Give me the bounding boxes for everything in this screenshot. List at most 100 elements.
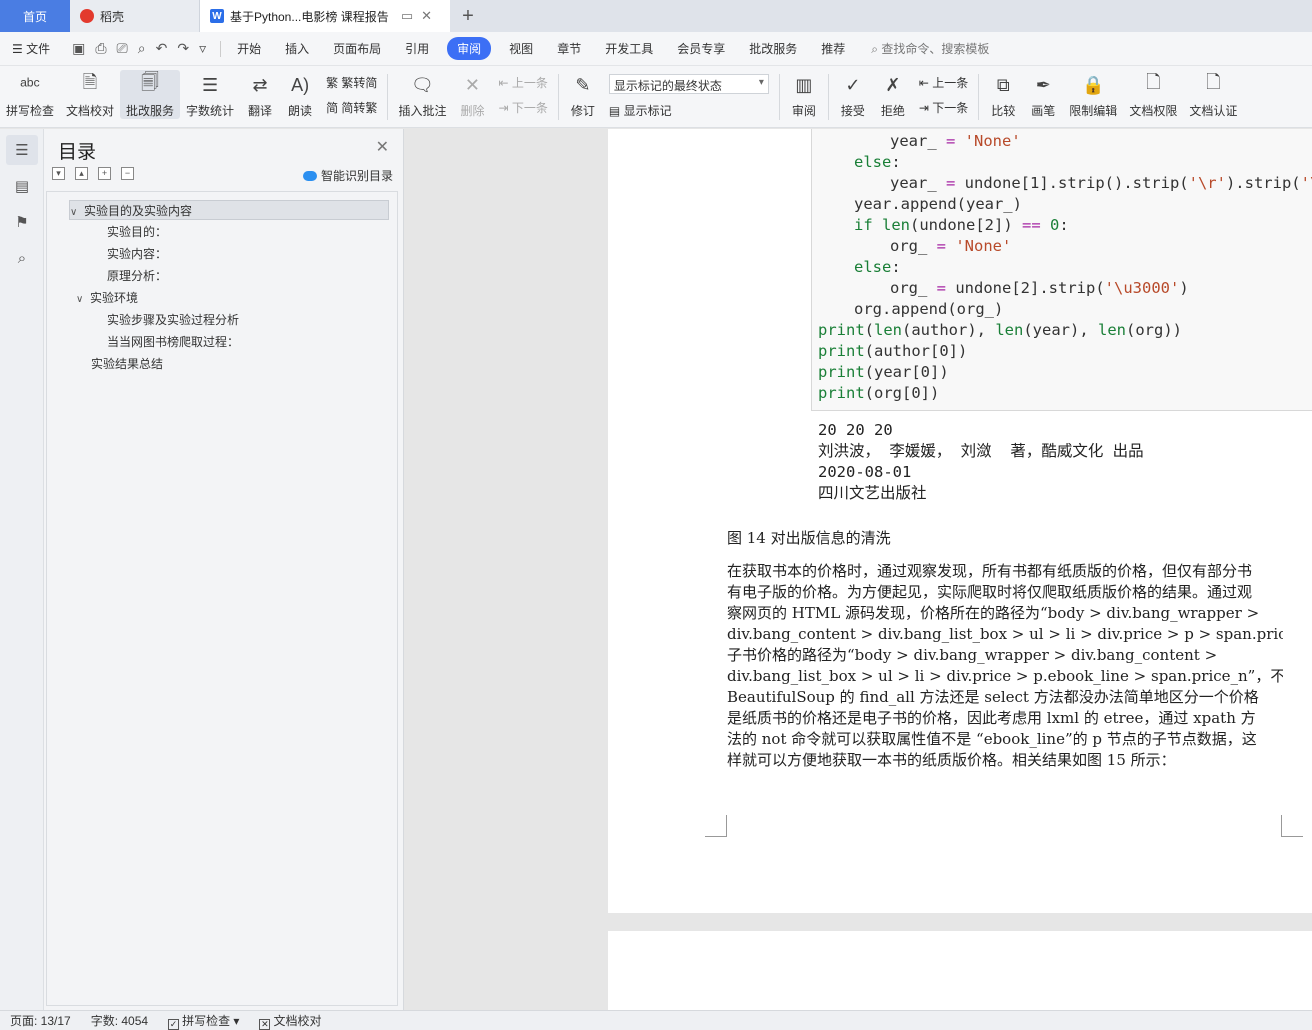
pen-button[interactable]: ✒ 画笔: [1023, 70, 1063, 119]
toc-item[interactable]: 实验内容：: [107, 244, 167, 264]
menu-section[interactable]: 章节: [545, 40, 593, 57]
menu-correction[interactable]: 批改服务: [737, 40, 809, 57]
show-markup-icon: ▤: [608, 104, 621, 118]
trad-to-simp-button[interactable]: 繁 繁转简: [326, 74, 377, 91]
customize-icon[interactable]: ▿: [199, 40, 206, 57]
save-icon[interactable]: ▣: [72, 40, 85, 57]
proofread-status-icon: ✕: [259, 1018, 271, 1030]
tab-daoke[interactable]: 稻壳: [70, 0, 200, 32]
tab-home[interactable]: 首页: [0, 0, 70, 32]
undo-icon[interactable]: ↶: [156, 40, 168, 57]
export-pdf-icon[interactable]: ⎙: [95, 40, 106, 57]
print-preview-icon[interactable]: ⌕: [138, 40, 146, 57]
menu-start[interactable]: 开始: [225, 40, 273, 57]
toc-panel-icon[interactable]: ☰: [6, 135, 38, 165]
remove-level-icon[interactable]: −: [121, 167, 134, 180]
prev-comment-label: 上一条: [511, 76, 548, 90]
command-search[interactable]: ⌕ 查找命令、搜索模板: [857, 40, 989, 57]
command-search-placeholder: 查找命令、搜索模板: [881, 42, 990, 56]
bookmark-icon[interactable]: ⚑: [6, 207, 38, 237]
delete-comment-button[interactable]: ✕ 删除: [452, 70, 492, 119]
smart-toc-icon: [302, 170, 317, 181]
document-area: year_ = 'None' else: year_ = undone[1].s…: [404, 129, 1312, 1010]
chevron-down-icon[interactable]: ∨: [70, 203, 84, 223]
collapse-all-icon[interactable]: ▾: [52, 167, 65, 180]
word-count-button[interactable]: ☰ 字数统计: [180, 70, 240, 119]
print-icon[interactable]: ⎚: [117, 40, 128, 57]
menu-page-layout[interactable]: 页面布局: [321, 40, 393, 57]
expand-up-icon[interactable]: ▴: [75, 167, 88, 180]
doc-rights-label: 文档权限: [1129, 104, 1178, 118]
toc-item[interactable]: 原理分析：: [107, 266, 167, 286]
code-line: print(year[0]): [818, 363, 949, 381]
translate-button[interactable]: ⇄ 翻译: [240, 70, 280, 119]
menu-developer[interactable]: 开发工具: [593, 40, 665, 57]
read-aloud-button[interactable]: A) 朗读: [280, 70, 320, 119]
next-comment-button[interactable]: ⇥ 下一条: [498, 99, 547, 116]
compare-button[interactable]: ⧉ 比较: [983, 70, 1023, 119]
close-icon[interactable]: ✕: [376, 137, 389, 157]
doc-rights-button[interactable]: 🗋 文档权限: [1123, 70, 1183, 119]
paragraph-line: 子书价格的路径为“body > div.bang_wrapper > div.b…: [727, 646, 1218, 664]
menu-bar: ☰ 文件 ▣ ⎙ ⎚ ⌕ ↶ ↷ ▿ 开始 插入 页面布局 引用 审阅 视图 章…: [0, 32, 1312, 66]
file-menu[interactable]: ☰ 文件: [0, 40, 62, 57]
translate-icon: ⇄: [252, 74, 268, 95]
chapter-nav-icon[interactable]: ▤: [6, 171, 38, 201]
code-line: year_ = undone[1].strip().strip('\r').st…: [890, 174, 1312, 192]
toc-item[interactable]: 实验结果总结: [91, 354, 163, 374]
proofread-button[interactable]: 🗎 文档校对: [60, 70, 120, 119]
word-count-indicator[interactable]: 字数: 4054: [81, 1012, 158, 1029]
menu-references[interactable]: 引用: [393, 40, 441, 57]
toc-item[interactable]: 实验步骤及实验过程分析: [107, 310, 239, 330]
next-change-button[interactable]: ⇥ 下一条: [919, 99, 968, 116]
code-line: org_ = 'None': [890, 237, 1012, 255]
document-page[interactable]: year_ = 'None' else: year_ = undone[1].s…: [608, 129, 1312, 913]
menu-view[interactable]: 视图: [497, 40, 545, 57]
new-tab-button[interactable]: +: [450, 0, 486, 32]
add-level-icon[interactable]: +: [98, 167, 111, 180]
output-line: 刘洪波， 李媛媛， 刘潋 著，酷威文化 出品: [818, 442, 1144, 460]
code-line: org_ = undone[2].strip('\u3000'): [890, 279, 1189, 297]
page-indicator[interactable]: 页面: 13/17: [0, 1012, 81, 1029]
review-pane-button[interactable]: ▥ 审阅: [784, 70, 824, 119]
menu-recommend[interactable]: 推荐: [809, 40, 857, 57]
tab-document[interactable]: W 基于Python...电影榜 课程报告 ▭✕: [200, 0, 450, 32]
prev-change-button[interactable]: ⇤ 上一条: [919, 74, 968, 91]
menu-review[interactable]: 审阅: [447, 37, 492, 60]
redo-icon[interactable]: ↷: [177, 40, 189, 57]
proofread-label: 文档校对: [66, 104, 115, 118]
figure-caption: 图 14 对出版信息的清洗: [727, 529, 891, 547]
toc-item[interactable]: ∨ 实验目的及实验内容: [69, 200, 389, 220]
toc-item[interactable]: 实验目的：: [107, 222, 167, 242]
toc-item[interactable]: ∨ 实验环境: [76, 288, 138, 308]
chevron-down-icon[interactable]: ∨: [76, 290, 90, 310]
menu-insert[interactable]: 插入: [273, 40, 321, 57]
document-page[interactable]: [608, 931, 1312, 1010]
track-changes-button[interactable]: ✎ 修订: [563, 70, 603, 119]
checkbox-icon: ✓: [168, 1018, 180, 1030]
smart-toc-button[interactable]: 智能识别目录: [302, 167, 393, 184]
page-corner-mark: [1281, 815, 1303, 837]
compare-icon: ⧉: [996, 74, 1010, 95]
spell-check-button[interactable]: ᵃᵇᶜ 拼写检查: [0, 70, 60, 119]
doc-cert-button[interactable]: 🗋 文档认证: [1183, 70, 1243, 119]
status-proofread[interactable]: ✕ 文档校对: [249, 1012, 331, 1030]
tab-close-icon[interactable]: ▭✕: [401, 8, 440, 24]
status-spell-check[interactable]: ✓ 拼写检查 ▾: [158, 1012, 249, 1030]
toc-panel: 目录 ✕ ▾ ▴ + − 智能识别目录 ∨ 实验目的及实验内容 实验目的： 实验内…: [44, 129, 404, 1010]
paragraph-line: 有电子版的价格。为方便起见，实际爬取时将仅爬取纸质版价格的结果。通过观: [727, 583, 1253, 601]
markup-state-select[interactable]: 显示标记的最终状态: [608, 74, 769, 94]
code-line: year.append(year_): [854, 195, 1022, 213]
insert-comment-button[interactable]: 🗨 插入批注: [392, 70, 452, 119]
prev-comment-button[interactable]: ⇤ 上一条: [498, 74, 547, 91]
toc-item[interactable]: 当当网图书榜爬取过程：: [107, 332, 239, 352]
menu-member[interactable]: 会员专享: [665, 40, 737, 57]
simp-to-trad-button[interactable]: 简 简转繁: [326, 99, 377, 116]
show-markup-button[interactable]: ▤ 显示标记: [609, 102, 769, 119]
correction-service-button[interactable]: 🗐 批改服务: [120, 70, 181, 119]
accept-button[interactable]: ✓ 接受: [833, 70, 873, 119]
ribbon-separator: [557, 74, 559, 120]
reject-button[interactable]: ✗ 拒绝: [873, 70, 913, 119]
restrict-edit-button[interactable]: 🔒 限制编辑: [1063, 70, 1123, 119]
find-icon[interactable]: ⌕: [6, 243, 38, 273]
